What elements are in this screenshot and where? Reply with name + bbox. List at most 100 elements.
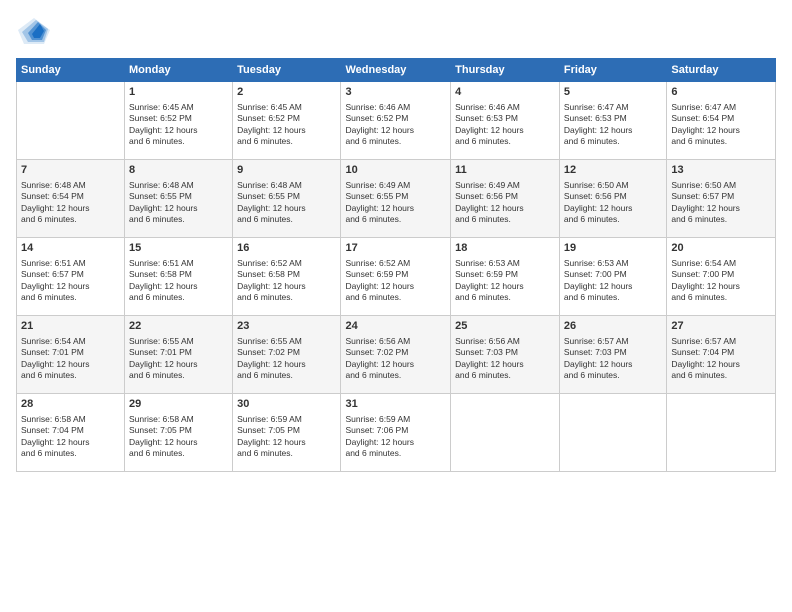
day-info: Sunrise: 6:58 AM Sunset: 7:05 PM Dayligh…: [129, 414, 228, 460]
day-number: 4: [455, 85, 555, 100]
day-number: 30: [237, 397, 336, 412]
day-number: 11: [455, 163, 555, 178]
day-number: 18: [455, 241, 555, 256]
cell-w5d2: 29 Sunrise: 6:58 AM Sunset: 7:05 PM Dayli…: [125, 394, 233, 472]
cell-w2d2: 8 Sunrise: 6:48 AM Sunset: 6:55 PM Daylig…: [125, 160, 233, 238]
week-row-2: 7 Sunrise: 6:48 AM Sunset: 6:54 PM Daylig…: [17, 160, 776, 238]
cell-w2d7: 13Sunrise: 6:50 AM Sunset: 6:57 PM Dayli…: [667, 160, 776, 238]
cell-w3d3: 16Sunrise: 6:52 AM Sunset: 6:58 PM Dayli…: [233, 238, 341, 316]
cell-w3d1: 14 Sunrise: 6:51 AM Sunset: 6:57 PM Dayli…: [17, 238, 125, 316]
cell-w1d7: 6 Sunrise: 6:47 AM Sunset: 6:54 PM Daylig…: [667, 82, 776, 160]
day-info: Sunrise: 6:59 AM Sunset: 7:06 PM Dayligh…: [345, 414, 446, 460]
day-info: Sunrise: 6:46 AM Sunset: 6:53 PM Dayligh…: [455, 102, 555, 148]
week-row-3: 14 Sunrise: 6:51 AM Sunset: 6:57 PM Dayli…: [17, 238, 776, 316]
day-number: 23: [237, 319, 336, 334]
day-info: Sunrise: 6:45 AM Sunset: 6:52 PM Dayligh…: [237, 102, 336, 148]
cell-w1d4: 3Sunrise: 6:46 AM Sunset: 6:52 PM Daylig…: [341, 82, 451, 160]
cell-w1d6: 5 Sunrise: 6:47 AM Sunset: 6:53 PM Daylig…: [559, 82, 666, 160]
col-header-thursday: Thursday: [451, 59, 560, 82]
day-number: 21: [21, 319, 120, 334]
cell-w2d3: 9 Sunrise: 6:48 AM Sunset: 6:55 PM Daylig…: [233, 160, 341, 238]
week-row-1: 1 Sunrise: 6:45 AM Sunset: 6:52 PM Daylig…: [17, 82, 776, 160]
col-header-saturday: Saturday: [667, 59, 776, 82]
day-info: Sunrise: 6:49 AM Sunset: 6:56 PM Dayligh…: [455, 180, 555, 226]
day-info: Sunrise: 6:52 AM Sunset: 6:59 PM Dayligh…: [345, 258, 446, 304]
day-number: 24: [345, 319, 446, 334]
cell-w5d7: [667, 394, 776, 472]
day-number: 31: [345, 397, 446, 412]
cell-w2d5: 11 Sunrise: 6:49 AM Sunset: 6:56 PM Dayli…: [451, 160, 560, 238]
col-header-sunday: Sunday: [17, 59, 125, 82]
cell-w4d4: 24 Sunrise: 6:56 AM Sunset: 7:02 PM Dayli…: [341, 316, 451, 394]
day-number: 5: [564, 85, 662, 100]
day-info: Sunrise: 6:55 AM Sunset: 7:02 PM Dayligh…: [237, 336, 336, 382]
cell-w4d6: 26Sunrise: 6:57 AM Sunset: 7:03 PM Dayli…: [559, 316, 666, 394]
day-info: Sunrise: 6:54 AM Sunset: 7:00 PM Dayligh…: [671, 258, 771, 304]
day-info: Sunrise: 6:50 AM Sunset: 6:57 PM Dayligh…: [671, 180, 771, 226]
day-info: Sunrise: 6:51 AM Sunset: 6:57 PM Dayligh…: [21, 258, 120, 304]
day-info: Sunrise: 6:51 AM Sunset: 6:58 PM Dayligh…: [129, 258, 228, 304]
col-header-tuesday: Tuesday: [233, 59, 341, 82]
day-info: Sunrise: 6:57 AM Sunset: 7:04 PM Dayligh…: [671, 336, 771, 382]
cell-w5d5: [451, 394, 560, 472]
cell-w4d2: 22Sunrise: 6:55 AM Sunset: 7:01 PM Dayli…: [125, 316, 233, 394]
calendar-table: SundayMondayTuesdayWednesdayThursdayFrid…: [16, 58, 776, 472]
col-header-wednesday: Wednesday: [341, 59, 451, 82]
day-number: 7: [21, 163, 120, 178]
day-number: 28: [21, 397, 120, 412]
day-info: Sunrise: 6:49 AM Sunset: 6:55 PM Dayligh…: [345, 180, 446, 226]
day-number: 25: [455, 319, 555, 334]
logo: [16, 16, 54, 46]
cell-w1d1: [17, 82, 125, 160]
col-header-friday: Friday: [559, 59, 666, 82]
cell-w1d5: 4 Sunrise: 6:46 AM Sunset: 6:53 PM Daylig…: [451, 82, 560, 160]
cell-w3d2: 15 Sunrise: 6:51 AM Sunset: 6:58 PM Dayli…: [125, 238, 233, 316]
cell-w2d1: 7 Sunrise: 6:48 AM Sunset: 6:54 PM Daylig…: [17, 160, 125, 238]
day-info: Sunrise: 6:48 AM Sunset: 6:55 PM Dayligh…: [237, 180, 336, 226]
cell-w4d3: 23 Sunrise: 6:55 AM Sunset: 7:02 PM Dayli…: [233, 316, 341, 394]
day-info: Sunrise: 6:54 AM Sunset: 7:01 PM Dayligh…: [21, 336, 120, 382]
cell-w4d7: 27Sunrise: 6:57 AM Sunset: 7:04 PM Dayli…: [667, 316, 776, 394]
day-info: Sunrise: 6:45 AM Sunset: 6:52 PM Dayligh…: [129, 102, 228, 148]
day-info: Sunrise: 6:48 AM Sunset: 6:54 PM Dayligh…: [21, 180, 120, 226]
day-number: 9: [237, 163, 336, 178]
day-number: 3: [345, 85, 446, 100]
day-info: Sunrise: 6:48 AM Sunset: 6:55 PM Dayligh…: [129, 180, 228, 226]
cell-w1d2: 1 Sunrise: 6:45 AM Sunset: 6:52 PM Daylig…: [125, 82, 233, 160]
cell-w3d4: 17 Sunrise: 6:52 AM Sunset: 6:59 PM Dayli…: [341, 238, 451, 316]
day-number: 19: [564, 241, 662, 256]
cell-w5d6: [559, 394, 666, 472]
day-info: Sunrise: 6:47 AM Sunset: 6:53 PM Dayligh…: [564, 102, 662, 148]
week-row-4: 21 Sunrise: 6:54 AM Sunset: 7:01 PM Dayli…: [17, 316, 776, 394]
day-info: Sunrise: 6:53 AM Sunset: 6:59 PM Dayligh…: [455, 258, 555, 304]
week-row-5: 28 Sunrise: 6:58 AM Sunset: 7:04 PM Dayli…: [17, 394, 776, 472]
cell-w3d6: 19 Sunrise: 6:53 AM Sunset: 7:00 PM Dayli…: [559, 238, 666, 316]
day-number: 29: [129, 397, 228, 412]
day-info: Sunrise: 6:53 AM Sunset: 7:00 PM Dayligh…: [564, 258, 662, 304]
logo-icon: [16, 16, 52, 46]
day-number: 10: [345, 163, 446, 178]
col-header-monday: Monday: [125, 59, 233, 82]
day-info: Sunrise: 6:50 AM Sunset: 6:56 PM Dayligh…: [564, 180, 662, 226]
day-number: 6: [671, 85, 771, 100]
day-info: Sunrise: 6:47 AM Sunset: 6:54 PM Dayligh…: [671, 102, 771, 148]
cell-w1d3: 2 Sunrise: 6:45 AM Sunset: 6:52 PM Daylig…: [233, 82, 341, 160]
day-info: Sunrise: 6:56 AM Sunset: 7:03 PM Dayligh…: [455, 336, 555, 382]
day-number: 1: [129, 85, 228, 100]
day-info: Sunrise: 6:58 AM Sunset: 7:04 PM Dayligh…: [21, 414, 120, 460]
header-row: SundayMondayTuesdayWednesdayThursdayFrid…: [17, 59, 776, 82]
day-number: 17: [345, 241, 446, 256]
cell-w3d7: 20Sunrise: 6:54 AM Sunset: 7:00 PM Dayli…: [667, 238, 776, 316]
cell-w5d4: 31 Sunrise: 6:59 AM Sunset: 7:06 PM Dayli…: [341, 394, 451, 472]
cell-w4d1: 21 Sunrise: 6:54 AM Sunset: 7:01 PM Dayli…: [17, 316, 125, 394]
day-info: Sunrise: 6:56 AM Sunset: 7:02 PM Dayligh…: [345, 336, 446, 382]
cell-w2d4: 10 Sunrise: 6:49 AM Sunset: 6:55 PM Dayli…: [341, 160, 451, 238]
day-number: 2: [237, 85, 336, 100]
day-number: 12: [564, 163, 662, 178]
cell-w4d5: 25 Sunrise: 6:56 AM Sunset: 7:03 PM Dayli…: [451, 316, 560, 394]
day-info: Sunrise: 6:57 AM Sunset: 7:03 PM Dayligh…: [564, 336, 662, 382]
day-number: 15: [129, 241, 228, 256]
day-number: 8: [129, 163, 228, 178]
day-number: 14: [21, 241, 120, 256]
cell-w3d5: 18 Sunrise: 6:53 AM Sunset: 6:59 PM Dayli…: [451, 238, 560, 316]
